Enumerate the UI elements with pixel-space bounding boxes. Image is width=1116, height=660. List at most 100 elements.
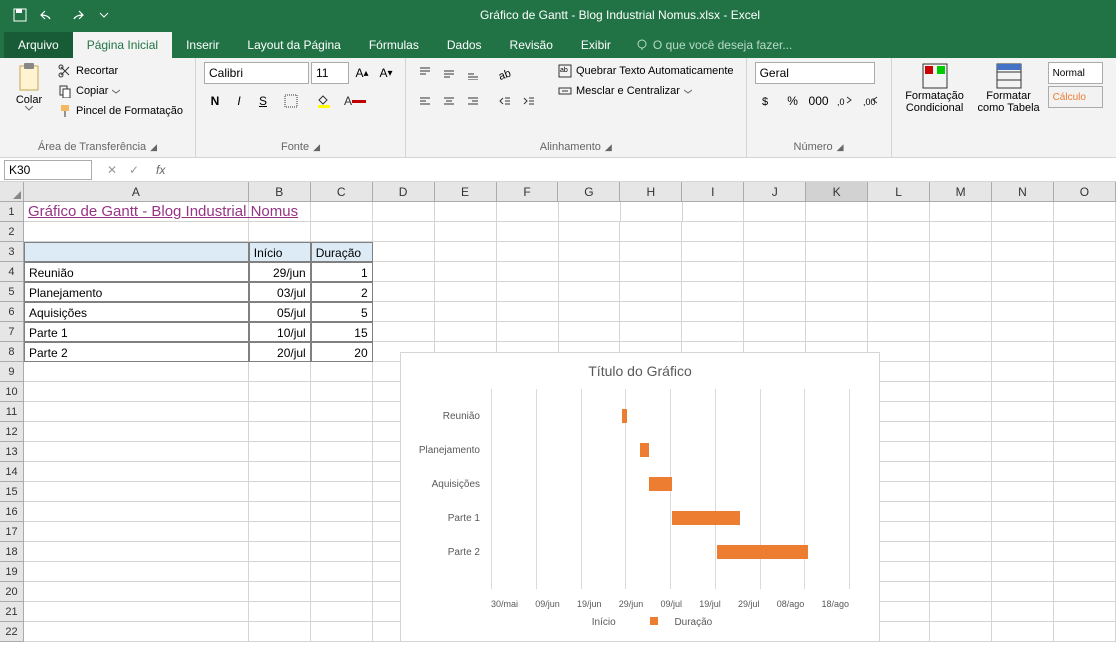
- cell[interactable]: [806, 202, 868, 222]
- cell[interactable]: 5: [311, 302, 373, 322]
- cell[interactable]: [249, 562, 311, 582]
- row-header[interactable]: 10: [0, 382, 24, 402]
- cell[interactable]: 20: [311, 342, 373, 362]
- cell[interactable]: [435, 262, 497, 282]
- cell[interactable]: [806, 282, 868, 302]
- col-header[interactable]: G: [558, 182, 620, 202]
- cell[interactable]: [559, 282, 621, 302]
- row-header[interactable]: 1: [0, 202, 24, 222]
- cell[interactable]: [311, 502, 373, 522]
- borders-button[interactable]: [276, 90, 306, 112]
- cell[interactable]: [24, 222, 249, 242]
- tab-file[interactable]: Arquivo: [4, 32, 73, 58]
- cell[interactable]: [311, 482, 373, 502]
- increase-font-button[interactable]: A▴: [351, 62, 373, 84]
- redo-icon[interactable]: [64, 3, 88, 27]
- cell[interactable]: [930, 502, 992, 522]
- cell[interactable]: [806, 242, 868, 262]
- cell[interactable]: [311, 622, 373, 642]
- cell[interactable]: [992, 382, 1054, 402]
- cell[interactable]: Parte 2: [24, 342, 249, 362]
- cell[interactable]: [1054, 362, 1116, 382]
- col-header[interactable]: B: [249, 182, 311, 202]
- dialog-launcher-icon[interactable]: ◢: [150, 142, 157, 153]
- cell[interactable]: [930, 542, 992, 562]
- number-format-combo[interactable]: [755, 62, 875, 84]
- tab-home[interactable]: Página Inicial: [73, 32, 172, 58]
- cell[interactable]: [24, 482, 249, 502]
- qat-customize-icon[interactable]: [92, 3, 116, 27]
- orientation-button[interactable]: ab: [494, 62, 516, 84]
- cell[interactable]: [1054, 582, 1116, 602]
- col-header[interactable]: O: [1054, 182, 1116, 202]
- tab-view[interactable]: Exibir: [567, 32, 625, 58]
- cell[interactable]: [249, 622, 311, 642]
- decrease-font-button[interactable]: A▾: [375, 62, 397, 84]
- row-header[interactable]: 16: [0, 502, 24, 522]
- row-header[interactable]: 5: [0, 282, 24, 302]
- conditional-formatting-button[interactable]: Formatação Condicional: [900, 62, 970, 114]
- col-header[interactable]: M: [930, 182, 992, 202]
- cell[interactable]: [992, 462, 1054, 482]
- col-header[interactable]: A: [24, 182, 249, 202]
- align-left-button[interactable]: [414, 90, 436, 112]
- row-header[interactable]: 11: [0, 402, 24, 422]
- cell[interactable]: [930, 522, 992, 542]
- align-top-button[interactable]: [414, 62, 436, 84]
- cell[interactable]: [1054, 562, 1116, 582]
- cell[interactable]: [992, 602, 1054, 622]
- cell[interactable]: [682, 242, 744, 262]
- cell[interactable]: [992, 522, 1054, 542]
- cell[interactable]: [930, 322, 992, 342]
- cell[interactable]: [24, 622, 249, 642]
- cell[interactable]: [311, 362, 373, 382]
- cell[interactable]: [868, 282, 930, 302]
- cell[interactable]: [249, 382, 311, 402]
- cell[interactable]: [992, 282, 1054, 302]
- cell[interactable]: [930, 402, 992, 422]
- dialog-launcher-icon[interactable]: ◢: [605, 142, 612, 153]
- cell[interactable]: [559, 242, 621, 262]
- cell[interactable]: [249, 502, 311, 522]
- font-size-combo[interactable]: [311, 62, 349, 84]
- cell[interactable]: [992, 242, 1054, 262]
- enter-icon[interactable]: ✓: [124, 160, 144, 180]
- row-header[interactable]: 7: [0, 322, 24, 342]
- cell[interactable]: [497, 282, 559, 302]
- cell[interactable]: 1: [311, 262, 373, 282]
- cell[interactable]: [930, 202, 992, 222]
- cell[interactable]: 05/jul: [249, 302, 311, 322]
- cell[interactable]: [249, 422, 311, 442]
- cell[interactable]: [683, 202, 745, 222]
- cell[interactable]: [249, 482, 311, 502]
- undo-icon[interactable]: [36, 3, 60, 27]
- cell[interactable]: [930, 282, 992, 302]
- cell[interactable]: [24, 562, 249, 582]
- cell[interactable]: [559, 202, 621, 222]
- cell[interactable]: [249, 542, 311, 562]
- cell[interactable]: [930, 462, 992, 482]
- cell[interactable]: [868, 222, 930, 242]
- cell[interactable]: [992, 362, 1054, 382]
- percent-button[interactable]: %: [781, 90, 805, 112]
- row-header[interactable]: 4: [0, 262, 24, 282]
- row-header[interactable]: 18: [0, 542, 24, 562]
- cell[interactable]: [620, 282, 682, 302]
- cell[interactable]: [868, 262, 930, 282]
- cell[interactable]: [992, 622, 1054, 642]
- cell[interactable]: [930, 262, 992, 282]
- col-header[interactable]: I: [682, 182, 744, 202]
- cell[interactable]: [868, 302, 930, 322]
- cell[interactable]: [620, 262, 682, 282]
- cell[interactable]: [24, 362, 249, 382]
- increase-decimal-button[interactable]: ,0: [833, 90, 857, 112]
- cell[interactable]: [373, 282, 435, 302]
- cell[interactable]: [24, 422, 249, 442]
- dialog-launcher-icon[interactable]: ◢: [837, 142, 844, 153]
- cell[interactable]: [930, 242, 992, 262]
- row-header[interactable]: 3: [0, 242, 24, 262]
- cell[interactable]: [1054, 282, 1116, 302]
- cell[interactable]: [744, 202, 806, 222]
- cell[interactable]: [930, 562, 992, 582]
- cell-styles-gallery[interactable]: Normal Cálculo: [1048, 62, 1103, 108]
